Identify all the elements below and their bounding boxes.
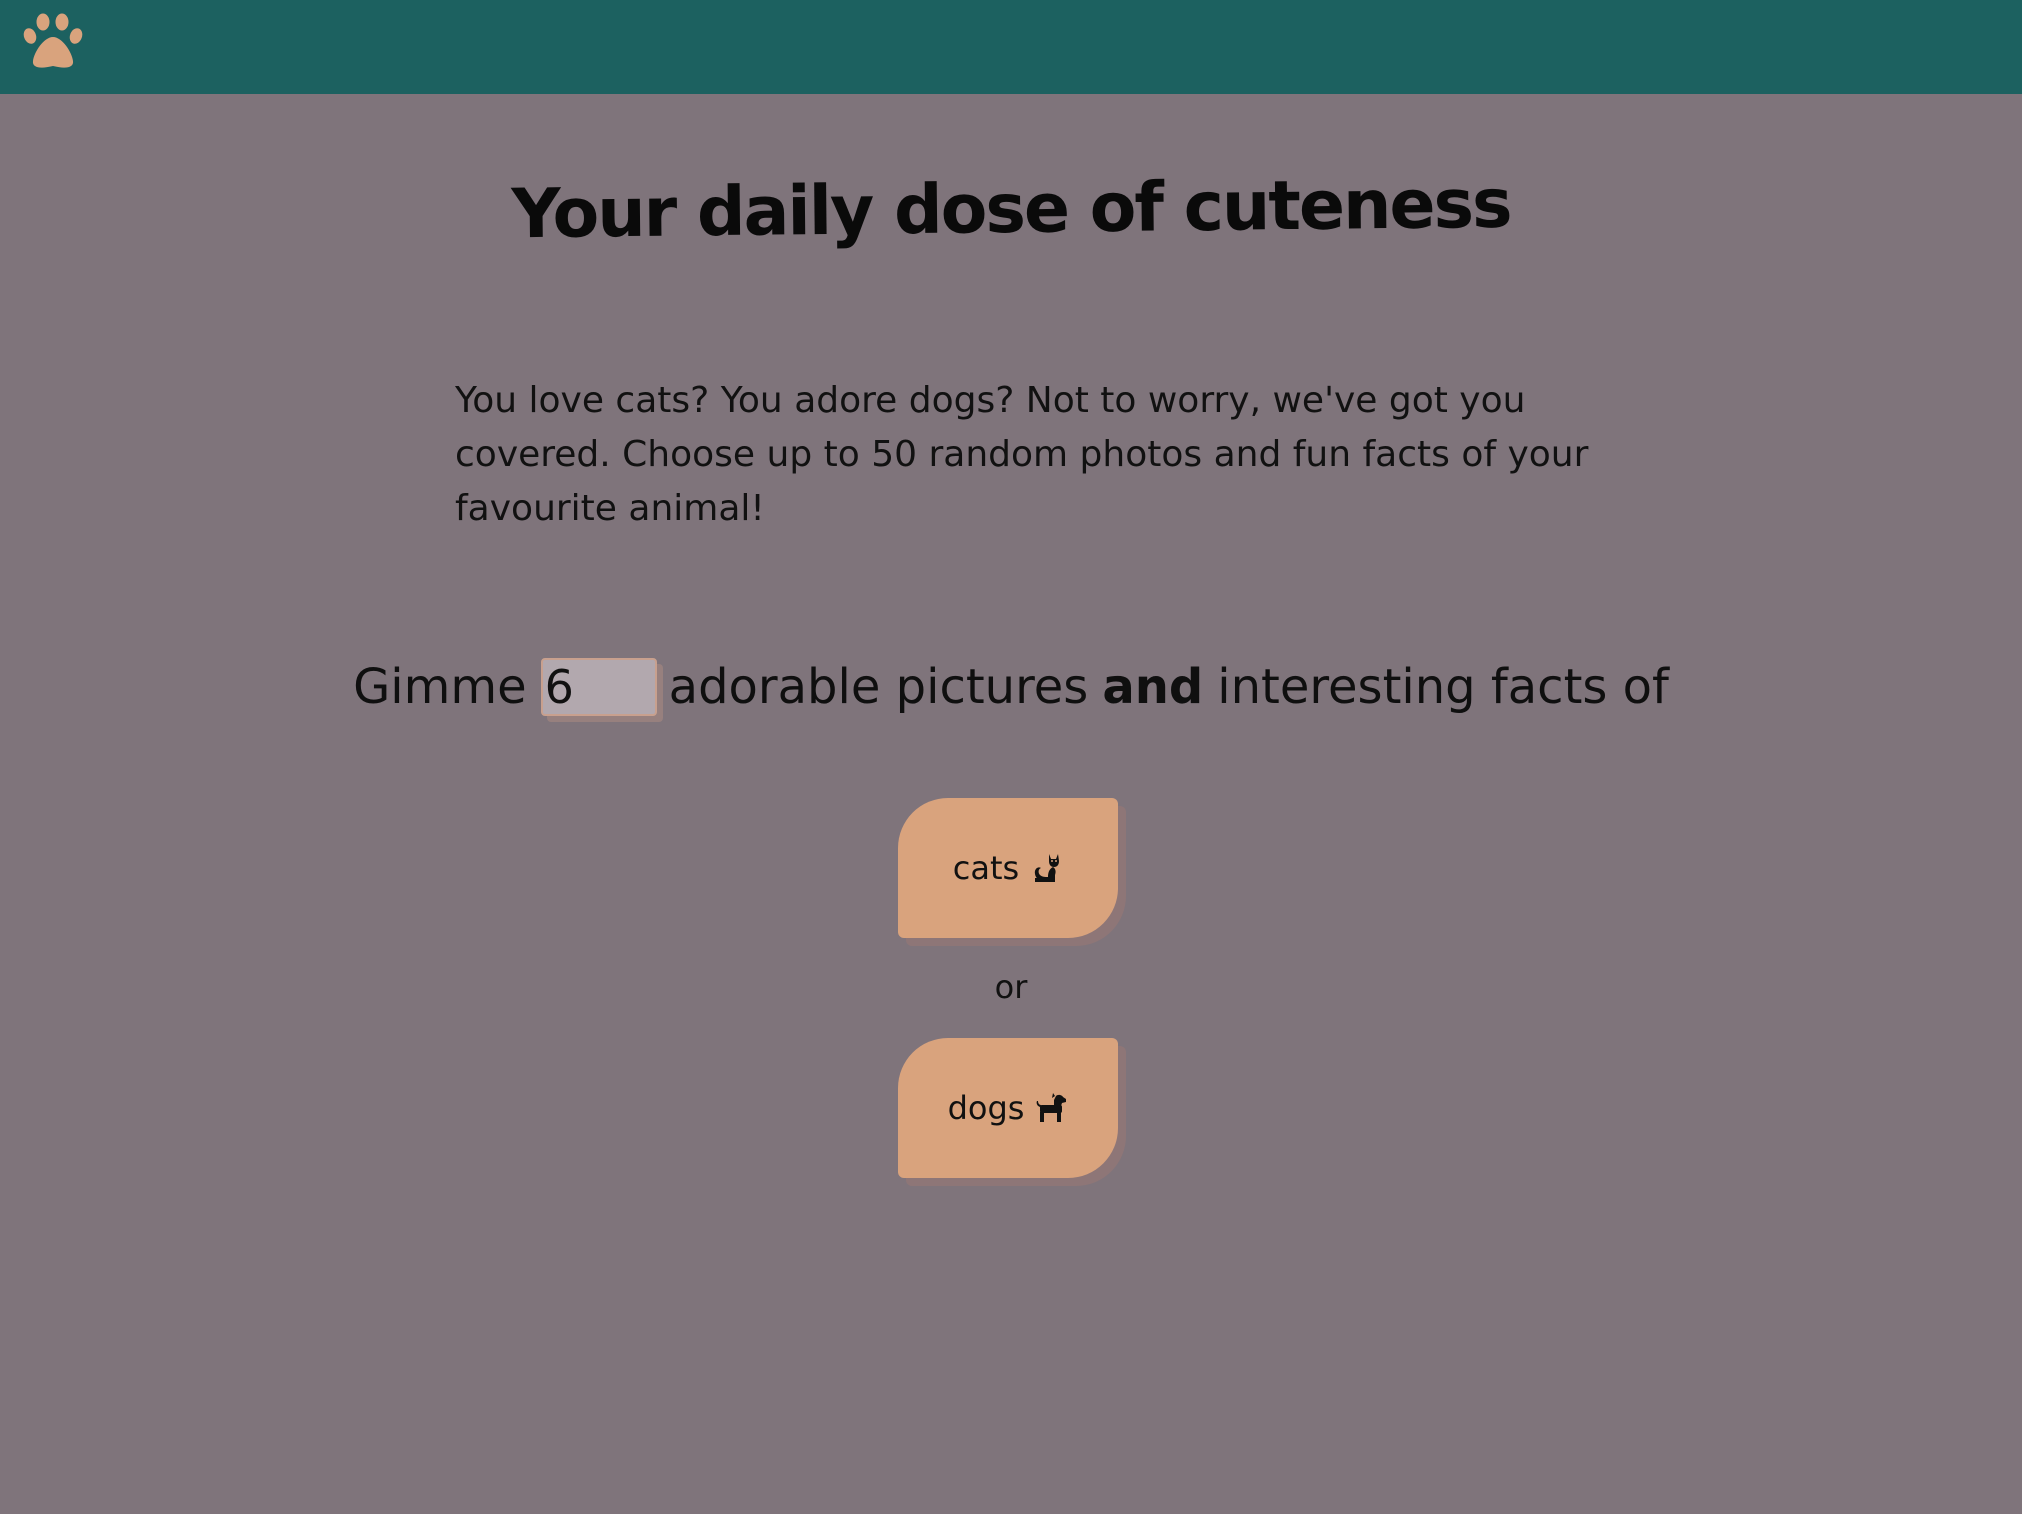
sentence-suffix: interesting facts of: [1217, 659, 1669, 715]
or-separator: or: [994, 968, 1028, 1006]
dog-icon: [1037, 1093, 1067, 1122]
sentence-middle: adorable pictures: [668, 659, 1089, 715]
sentence-emphasis: and: [1102, 659, 1204, 715]
cats-button[interactable]: cats: [898, 798, 1118, 938]
cat-icon: [1035, 854, 1060, 882]
count-sentence: Gimme adorable pictures and interesting …: [0, 650, 2022, 724]
intro-paragraph: You love cats? You adore dogs? Not to wo…: [455, 380, 1589, 529]
cats-button-label: cats: [952, 849, 1020, 887]
top-navbar: [0, 0, 2022, 94]
dogs-button[interactable]: dogs: [898, 1038, 1118, 1178]
sentence-prefix: Gimme: [353, 659, 527, 715]
page-title: Your daily dose of cuteness: [511, 164, 1511, 255]
dogs-button-label: dogs: [947, 1089, 1025, 1127]
photo-count-input[interactable]: [540, 658, 657, 716]
paw-icon[interactable]: [22, 12, 84, 70]
